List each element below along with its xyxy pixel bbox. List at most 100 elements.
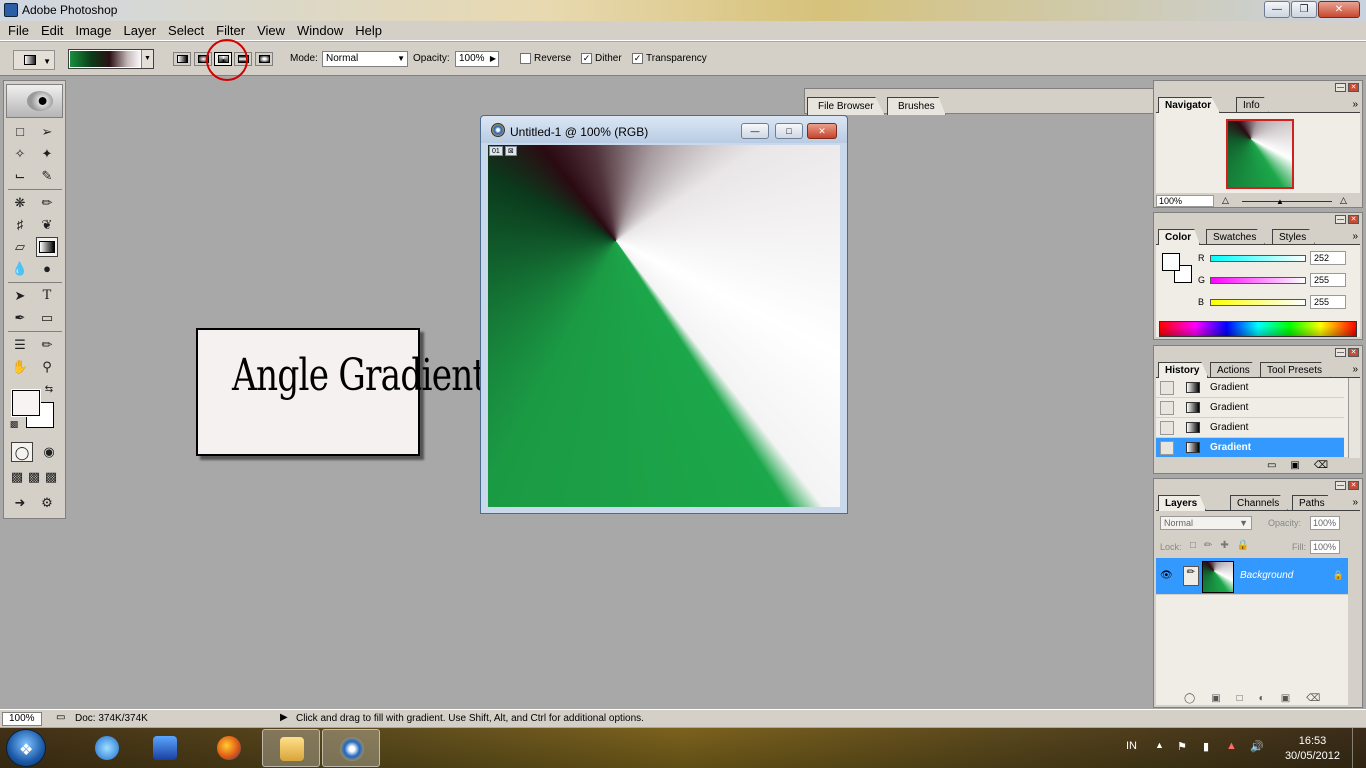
swap-colors-icon[interactable]: ⇆ — [42, 384, 56, 396]
zoom-slider[interactable] — [1242, 201, 1332, 202]
panel-close-icon[interactable]: ✕ — [1348, 215, 1359, 224]
g-value-input[interactable]: 255 — [1310, 273, 1346, 287]
healing-brush-tool-icon[interactable]: ❋ — [9, 193, 31, 213]
standard-mode-icon[interactable]: ◯ — [11, 442, 33, 462]
foreground-color-swatch[interactable] — [11, 389, 41, 417]
panel-close-icon[interactable]: ✕ — [1348, 83, 1359, 92]
r-value-input[interactable]: 252 — [1310, 251, 1346, 265]
b-slider[interactable] — [1210, 299, 1306, 306]
history-item-current[interactable]: Gradient — [1156, 438, 1344, 458]
brushes-tab[interactable]: Brushes — [887, 97, 946, 115]
eyedropper-tool-icon[interactable]: ✏ — [36, 335, 58, 355]
taskbar-internet-explorer[interactable] — [78, 729, 136, 767]
full-screen-menu-mode-icon[interactable]: ▩ — [25, 467, 43, 487]
pen-tool-icon[interactable]: ✒ — [9, 308, 31, 328]
tab-layers[interactable]: Layers — [1158, 495, 1207, 511]
diamond-gradient-button[interactable] — [255, 52, 273, 66]
taskbar-photoshop[interactable] — [322, 729, 380, 767]
tab-color[interactable]: Color — [1158, 229, 1201, 245]
network-icon[interactable]: ▲ — [1226, 740, 1237, 752]
layer-row-background[interactable]: 👁 ✏ Background 🔒 — [1156, 558, 1348, 594]
panel-menu-icon[interactable]: » — [1352, 231, 1358, 242]
angle-gradient-image[interactable] — [488, 145, 840, 507]
battery-icon[interactable]: ▮ — [1203, 740, 1209, 753]
lock-icons[interactable]: □✏✚🔒 — [1190, 540, 1257, 551]
eraser-tool-icon[interactable]: ▱ — [9, 237, 31, 257]
layer-opacity-input[interactable]: 100% — [1310, 516, 1340, 530]
mode-select[interactable]: Normal ▼ — [322, 51, 408, 67]
tab-history[interactable]: History — [1158, 362, 1209, 378]
dither-checkbox[interactable]: ✓ — [581, 53, 592, 64]
tab-navigator[interactable]: Navigator — [1158, 97, 1221, 113]
standard-screen-mode-icon[interactable]: ▩ — [8, 467, 26, 487]
history-brush-tool-icon[interactable]: ❦ — [36, 215, 58, 235]
navigator-zoom-input[interactable]: 100% — [1156, 195, 1214, 207]
menu-layer[interactable]: Layer — [118, 23, 163, 38]
minimize-button[interactable]: — — [1264, 1, 1290, 18]
move-tool-icon[interactable]: ➢ — [36, 122, 58, 142]
tray-expand-icon[interactable]: ▲ — [1155, 740, 1164, 750]
zoom-in-icon[interactable]: △ — [1340, 195, 1347, 206]
brush-tool-icon[interactable]: ✏ — [36, 193, 58, 213]
blend-mode-select[interactable]: Normal ▼ — [1160, 516, 1252, 530]
panel-menu-icon[interactable]: » — [1352, 99, 1358, 110]
clone-stamp-tool-icon[interactable]: ♯ — [9, 215, 31, 235]
menu-window[interactable]: Window — [291, 23, 349, 38]
show-desktop-button[interactable] — [1352, 728, 1366, 768]
visibility-eye-icon[interactable]: 👁 — [1160, 570, 1173, 581]
panel-minimize-icon[interactable]: — — [1335, 481, 1346, 490]
panel-minimize-icon[interactable]: — — [1335, 348, 1346, 357]
type-tool-icon[interactable]: T — [36, 286, 58, 306]
panel-close-icon[interactable]: ✕ — [1348, 348, 1359, 357]
zoom-slider-handle[interactable]: ▲ — [1276, 197, 1284, 206]
navigator-thumbnail[interactable] — [1226, 119, 1294, 189]
menu-select[interactable]: Select — [162, 23, 210, 38]
panel-menu-icon[interactable]: » — [1352, 497, 1358, 508]
jump-to-imageready-icon[interactable]: ➜ — [9, 493, 31, 513]
history-item[interactable]: Gradient — [1156, 418, 1344, 438]
doc-maximize-button[interactable]: □ — [775, 123, 803, 139]
crop-tool-icon[interactable]: ⌙ — [9, 166, 31, 186]
doc-info-icon[interactable]: ▭ — [56, 712, 65, 723]
hand-tool-icon[interactable]: ✋ — [9, 357, 31, 377]
tab-swatches[interactable]: Swatches — [1206, 229, 1266, 245]
color-fg-swatch[interactable] — [1162, 253, 1180, 271]
panel-minimize-icon[interactable]: — — [1335, 215, 1346, 224]
menu-view[interactable]: View — [251, 23, 291, 38]
zoom-out-icon[interactable]: △ — [1222, 195, 1229, 206]
g-slider[interactable] — [1210, 277, 1306, 284]
tab-info[interactable]: Info — [1236, 97, 1269, 113]
tab-actions[interactable]: Actions — [1210, 362, 1259, 378]
panel-menu-icon[interactable]: » — [1352, 364, 1358, 375]
transparency-checkbox[interactable]: ✓ — [632, 53, 643, 64]
full-screen-mode-icon[interactable]: ▩ — [42, 467, 60, 487]
restore-button[interactable]: ❐ — [1291, 1, 1317, 18]
shape-tool-icon[interactable]: ▭ — [36, 308, 58, 328]
notes-tool-icon[interactable]: ☰ — [9, 335, 31, 355]
b-value-input[interactable]: 255 — [1310, 295, 1346, 309]
gradient-picker[interactable]: ▼ — [68, 49, 154, 69]
menu-edit[interactable]: Edit — [35, 23, 69, 38]
menu-image[interactable]: Image — [69, 23, 117, 38]
system-clock[interactable]: 16:53 30/05/2012 — [1285, 734, 1340, 764]
menu-help[interactable]: Help — [349, 23, 388, 38]
imageready-icon[interactable]: ⚙ — [36, 493, 58, 513]
panel-minimize-icon[interactable]: — — [1335, 83, 1346, 92]
volume-icon[interactable]: 🔊 — [1250, 740, 1264, 753]
r-slider[interactable] — [1210, 255, 1306, 262]
close-button[interactable]: ✕ — [1318, 1, 1360, 18]
magic-wand-tool-icon[interactable]: ✦ — [36, 144, 58, 164]
status-menu-arrow-icon[interactable]: ▶ — [280, 712, 288, 723]
fill-input[interactable]: 100% — [1310, 540, 1340, 554]
menu-file[interactable]: File — [2, 23, 35, 38]
opacity-input[interactable]: 100% ▶ — [455, 51, 499, 67]
action-center-flag-icon[interactable]: ⚑ — [1177, 740, 1187, 753]
panel-close-icon[interactable]: ✕ — [1348, 481, 1359, 490]
quick-mask-mode-icon[interactable]: ◉ — [38, 442, 60, 462]
status-zoom-input[interactable]: 100% — [2, 712, 42, 726]
slice-tool-icon[interactable]: ✎ — [36, 166, 58, 186]
history-actions-icons[interactable]: ▭▣⌫ — [1267, 460, 1342, 471]
document-title-bar[interactable]: Untitled-1 @ 100% (RGB) — □ ✕ — [481, 116, 847, 143]
tab-channels[interactable]: Channels — [1230, 495, 1289, 511]
taskbar-media-player[interactable] — [136, 729, 194, 767]
